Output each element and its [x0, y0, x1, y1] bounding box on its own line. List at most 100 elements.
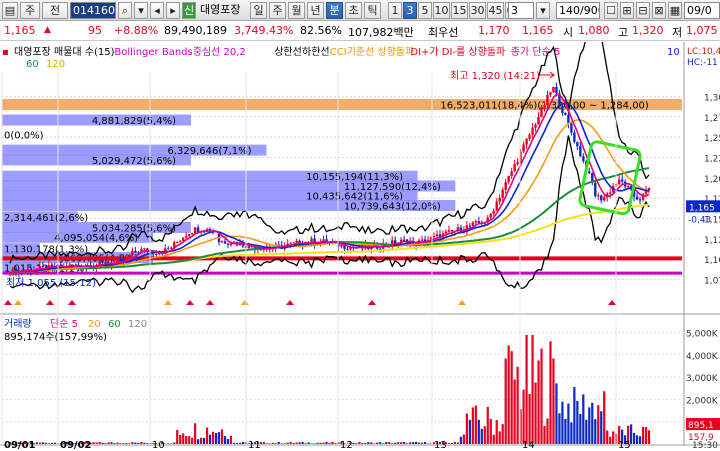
volume-bar: [235, 442, 239, 444]
candle-body: [513, 164, 516, 172]
interval-button-5[interactable]: 5: [418, 2, 432, 19]
volume-bar: [358, 441, 361, 444]
interval-button-45[interactable]: 45: [487, 2, 504, 19]
legend-item-1: Bollinger Bands중심선 20,2: [114, 46, 245, 58]
candle-body: [549, 92, 552, 95]
interval-button-3[interactable]: 3: [403, 2, 417, 19]
volume-bar: [217, 432, 221, 444]
volume-bar: [92, 442, 95, 444]
date-input[interactable]: 09/0: [684, 2, 720, 19]
volume-bar: [537, 360, 540, 444]
candle-body: [495, 201, 498, 211]
checkbox-icon[interactable]: ☐: [604, 2, 618, 19]
count-input[interactable]: 140/900: [556, 2, 600, 19]
candle-body: [588, 171, 591, 174]
interval-dropdown-icon[interactable]: ▾: [536, 2, 550, 19]
legend-item-3: 하한선: [302, 45, 330, 58]
candle-body: [552, 86, 555, 93]
volume-bar: [131, 442, 134, 444]
candle-body: [540, 107, 543, 118]
tool-icon-3[interactable]: ⊠: [652, 2, 666, 19]
candle-body: [468, 225, 472, 227]
volume-bar: [525, 334, 528, 444]
volume-bar: [450, 442, 454, 444]
menu-icon[interactable]: ▤: [2, 2, 18, 19]
prev-icon[interactable]: ◂: [150, 2, 164, 19]
volume-bar: [185, 436, 188, 444]
view-button[interactable]: 전: [42, 2, 68, 19]
calendar-icon[interactable]: ▦: [668, 2, 682, 19]
volume-bar: [462, 434, 465, 444]
volume-bar: [546, 418, 549, 444]
tool-icon-2[interactable]: ⊟: [636, 2, 650, 19]
volume-bar: [50, 442, 53, 444]
dropdown-icon[interactable]: ▾: [134, 2, 148, 19]
candle-body: [537, 117, 540, 125]
volume-ratio: 3,749.43%: [234, 24, 294, 37]
volume-bar: [271, 442, 274, 444]
volume-bar: [379, 442, 382, 444]
volume-value: 89,490,189: [164, 24, 227, 37]
interval-button-15[interactable]: 15: [451, 2, 468, 19]
volume-bar: [101, 442, 104, 444]
volume-bar: [558, 413, 561, 444]
volume-bar: [644, 427, 648, 444]
volume-bar: [289, 441, 292, 444]
volume-bar: [167, 443, 170, 444]
volume-bar: [292, 442, 295, 444]
volume-bar: [104, 443, 107, 444]
candle-body: [292, 242, 295, 244]
period-button-0[interactable]: 일: [250, 2, 267, 19]
interval-value-input[interactable]: 3: [508, 2, 534, 19]
search-icon[interactable]: ⌕: [118, 2, 132, 19]
stock-code-input[interactable]: 014160: [70, 2, 116, 19]
volume-bar: [140, 441, 143, 444]
price-chart[interactable]: ▪ 대영포장 매물대 수(15) Bollinger Bands중심선 20,2 상한…: [0, 42, 720, 451]
period-button-1[interactable]: 주: [269, 2, 286, 19]
volume-bar: [597, 405, 600, 444]
volume-bar: [107, 442, 110, 444]
period-button-5[interactable]: 초: [345, 2, 362, 19]
volume-bar: [95, 442, 98, 444]
volume-bar: [179, 435, 182, 444]
period-button-2[interactable]: 월: [288, 2, 305, 19]
interval-button-1[interactable]: 1: [388, 2, 402, 19]
open-label: 시: [563, 26, 574, 39]
period-button-4[interactable]: 분: [326, 2, 343, 19]
volume-ma-60: 60: [108, 319, 121, 330]
volume-bar: [262, 441, 265, 444]
legend-item-4: CCI기준선 상향돌파: [330, 46, 415, 58]
hc-label: HC:-11: [687, 58, 718, 68]
menu-button[interactable]: 주: [20, 2, 40, 19]
volume-bar: [594, 419, 597, 444]
volume-bar: [319, 442, 322, 444]
volume-bar: [501, 424, 504, 444]
candle-body: [617, 179, 621, 185]
tool-icon-1[interactable]: ⊞: [620, 2, 634, 19]
candle-body: [134, 250, 137, 253]
volume-bar: [113, 443, 116, 444]
up-arrow-icon: ▲: [44, 25, 51, 35]
volume-bar: [543, 426, 546, 444]
volume-bar: [367, 442, 370, 444]
candle-body: [190, 233, 194, 235]
candle-body: [498, 197, 501, 202]
price-tick-8: 1,100: [704, 256, 720, 266]
candle-body: [567, 114, 570, 124]
candle-body: [620, 179, 624, 182]
period-button-6[interactable]: 틱: [364, 2, 381, 19]
chart-area[interactable]: ▪ 대영포장 매물대 수(15) Bollinger Bands중심선 20,2 상한…: [0, 42, 720, 451]
candle-body: [340, 244, 343, 247]
volume-bar: [146, 443, 149, 444]
interval-button-30[interactable]: 30: [469, 2, 486, 19]
time-tick-4: 12: [340, 440, 353, 451]
volume-bar: [277, 441, 280, 444]
volume-bar: [295, 442, 298, 444]
candle-body: [561, 106, 564, 113]
volume-tick-3: 2,000K: [686, 396, 719, 406]
next-icon[interactable]: ▸: [166, 2, 180, 19]
volume-bar: [220, 429, 224, 444]
volume-bar: [370, 442, 373, 444]
interval-button-10[interactable]: 10: [433, 2, 450, 19]
period-button-3[interactable]: 년: [307, 2, 324, 19]
